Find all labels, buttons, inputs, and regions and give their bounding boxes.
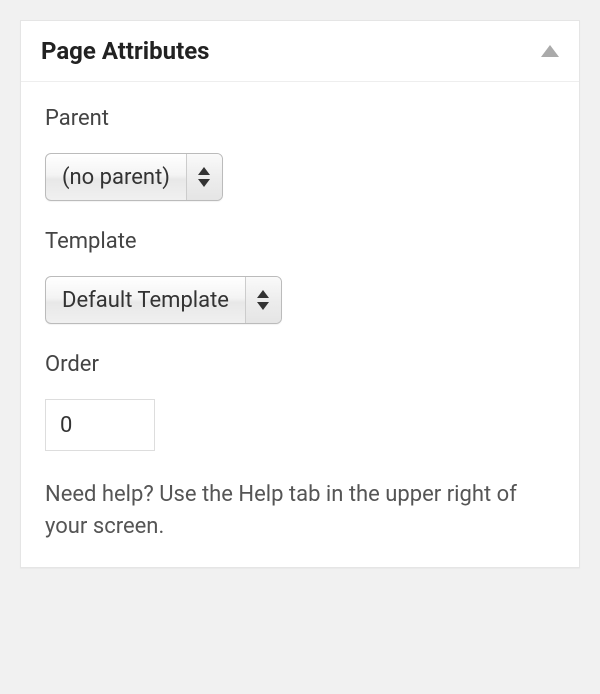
template-field-group: Template Default Template <box>45 229 555 324</box>
page-attributes-metabox: Page Attributes Parent (no parent) Templ… <box>20 20 580 568</box>
template-select-value: Default Template <box>46 277 245 323</box>
parent-label: Parent <box>45 106 555 131</box>
order-field-group: Order <box>45 352 555 451</box>
collapse-toggle-icon[interactable] <box>541 45 559 57</box>
metabox-body: Parent (no parent) Template Default Temp… <box>21 82 579 567</box>
template-select[interactable]: Default Template <box>45 276 282 324</box>
template-label: Template <box>45 229 555 254</box>
help-text: Need help? Use the Help tab in the upper… <box>45 479 555 543</box>
parent-field-group: Parent (no parent) <box>45 106 555 201</box>
order-label: Order <box>45 352 555 377</box>
parent-select[interactable]: (no parent) <box>45 153 223 201</box>
parent-select-value: (no parent) <box>46 154 186 200</box>
chevron-down-icon <box>257 302 269 310</box>
select-stepper-icon <box>186 154 222 200</box>
metabox-title: Page Attributes <box>41 37 209 65</box>
select-stepper-icon <box>245 277 281 323</box>
order-input[interactable] <box>45 399 155 451</box>
metabox-header[interactable]: Page Attributes <box>21 21 579 82</box>
chevron-down-icon <box>198 179 210 187</box>
chevron-up-icon <box>257 290 269 298</box>
chevron-up-icon <box>198 167 210 175</box>
